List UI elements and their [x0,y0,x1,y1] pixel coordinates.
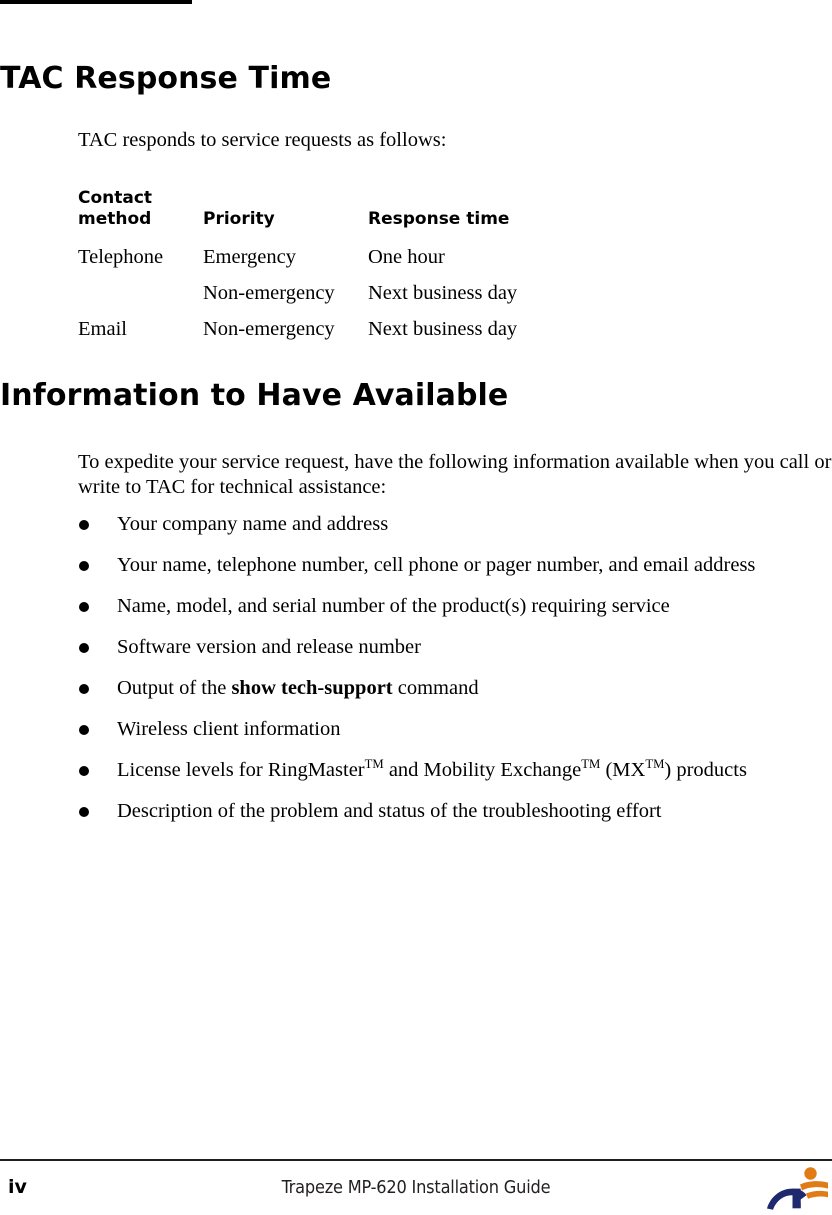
cell-contact-method [78,276,203,312]
bullet-icon [79,725,89,735]
list-item-label: Your name, telephone number, cell phone … [117,554,756,576]
bullet-icon [79,807,89,817]
list-item: Software version and release number [0,635,755,676]
table-row: Telephone Emergency One hour [78,240,628,276]
header-rule [0,0,192,4]
bullet-icon [79,684,89,694]
list-item: License levels for RingMasterTM and Mobi… [0,758,755,799]
list-item-label-suffix: command [392,677,479,699]
list-item: Your name, telephone number, cell phone … [0,553,755,594]
page-title: TAC Response Time [0,61,332,96]
command-name: show tech-support [231,677,393,699]
trademark-symbol: TM [581,757,601,772]
column-header-response-time: Response time [368,209,510,229]
table-row: Email Non-emergency Next business day [78,312,628,348]
list-item: Name, model, and serial number of the pr… [0,594,755,635]
cell-contact-method: Email [78,318,127,340]
cell-priority: Non-emergency [203,318,335,340]
bullet-icon [79,602,89,612]
trademark-symbol: TM [645,757,665,772]
list-item: Wireless client information [0,717,755,758]
information-bullet-list: Your company name and address Your name,… [0,512,755,840]
cell-priority: Non-emergency [203,282,335,304]
list-item-label-part: ) products [664,759,747,781]
table-header-row: Contact method Priority Response time [78,188,628,240]
column-header-contact-method-line1: Contact [78,188,153,208]
page-footer: iv Trapeze MP-620 Installation Guide [0,1159,832,1212]
bullet-icon [79,643,89,653]
trapeze-networks-logo-icon [766,1164,828,1210]
table-row: Non-emergency Next business day [78,276,628,312]
list-item: Output of the show tech-support command [0,676,755,717]
list-item-label: Software version and release number [117,636,421,658]
list-item-label: Description of the problem and status of… [117,800,662,822]
list-item-label-part: License levels for RingMaster [117,759,365,781]
table-body: Telephone Emergency One hour Non-emergen… [78,240,628,348]
column-header-priority: Priority [203,209,275,229]
footer-document-title: Trapeze MP-620 Installation Guide [281,1177,551,1198]
cell-contact-method: Telephone [78,246,164,268]
section-heading-information: Information to Have Available [0,378,509,413]
list-item-label: Your company name and address [117,513,389,535]
bullet-icon [79,766,89,776]
table-header: Contact method Priority Response time [78,188,628,240]
column-header-contact-method-line2: method [78,209,152,229]
list-item-label-part: (MX [600,759,646,781]
bullet-icon [79,520,89,530]
trademark-symbol: TM [364,757,384,772]
list-item-label-part: and Mobility Exchange [383,759,582,781]
information-intro-text: To expedite your service request, have t… [78,451,832,498]
list-item-label-prefix: Output of the [117,677,232,699]
column-header-contact-method: Contact method [78,188,203,240]
cell-response-time: Next business day [368,282,518,304]
cell-response-time: Next business day [368,318,518,340]
cell-priority: Emergency [203,246,296,268]
list-item-label: Wireless client information [117,718,341,740]
list-item: Description of the problem and status of… [0,799,755,840]
list-item: Your company name and address [0,512,755,553]
tac-response-time-table: Contact method Priority Response time Tel… [78,188,628,348]
list-item-label: Name, model, and serial number of the pr… [117,595,670,617]
tac-response-intro-text: TAC responds to service requests as foll… [78,129,447,151]
bullet-icon [79,561,89,571]
cell-response-time: One hour [368,246,445,268]
